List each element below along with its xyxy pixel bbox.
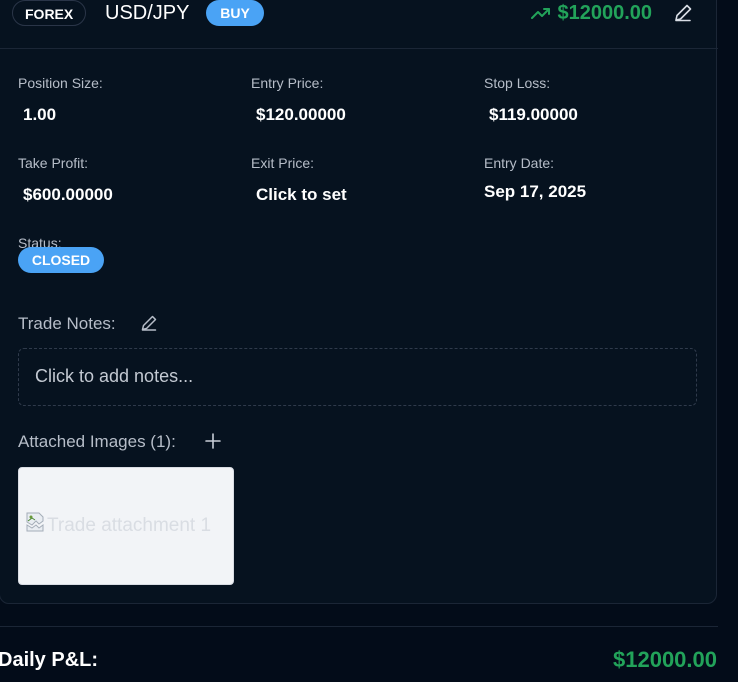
status-badge: CLOSED [18, 247, 104, 273]
pencil-icon [139, 313, 159, 333]
stop-loss-value: $119.00000 [489, 105, 578, 124]
entry-date-label: Entry Date: [484, 155, 555, 171]
entry-date-value: Sep 17, 2025 [484, 182, 587, 201]
edit-notes-button[interactable] [139, 313, 159, 333]
take-profit-value: $600.00000 [23, 185, 113, 204]
exit-price-set-button[interactable]: Click to set [256, 184, 347, 206]
entry-price-value: $120.00000 [256, 105, 346, 124]
trade-pnl-value: $12000.00 [557, 2, 652, 24]
plus-icon [203, 431, 223, 451]
exit-price-label: Exit Price: [251, 155, 315, 171]
take-profit-field: Take Profit: $600.00000 [18, 154, 113, 206]
trade-notes-title: Trade Notes: [18, 314, 116, 333]
pencil-icon [672, 2, 694, 24]
edit-trade-button[interactable] [672, 2, 694, 24]
stop-loss-label: Stop Loss: [484, 75, 551, 91]
direction-badge: BUY [206, 0, 264, 26]
trending-up-icon [531, 6, 551, 20]
position-size-label: Position Size: [18, 75, 103, 91]
stop-loss-field: Stop Loss: $119.00000 [484, 74, 578, 126]
trade-pnl: $12000.00 [531, 0, 652, 26]
take-profit-label: Take Profit: [18, 155, 89, 171]
entry-date-field: Entry Date: Sep 17, 2025 [484, 154, 586, 203]
image-alt-text: Trade attachment 1 [47, 515, 212, 536]
currency-pair: USD/JPY [105, 2, 190, 24]
attached-images-title: Attached Images (1): [18, 432, 176, 451]
market-badge: FOREX [12, 0, 87, 26]
image-attachment-thumbnail[interactable]: Trade attachment 1 [18, 467, 234, 585]
trade-notes-input[interactable]: Click to add notes... [18, 348, 697, 406]
add-image-button[interactable] [203, 431, 223, 451]
daily-pnl-value: $12000.00 [613, 647, 717, 672]
position-size-value: 1.00 [23, 105, 57, 124]
broken-image-icon [26, 512, 44, 532]
position-size-field: Position Size: 1.00 [18, 74, 103, 126]
entry-price-field: Entry Price: $120.00000 [251, 74, 346, 126]
trade-card-header: FOREX USD/JPY BUY $12000.00 [0, 0, 718, 49]
section-divider [0, 626, 718, 627]
daily-pnl-label: Daily P&L: [0, 649, 99, 671]
trade-card: FOREX USD/JPY BUY $12000.00 Position Siz… [0, 0, 718, 604]
entry-price-label: Entry Price: [251, 75, 324, 91]
exit-price-field: Exit Price: Click to set [251, 154, 347, 206]
